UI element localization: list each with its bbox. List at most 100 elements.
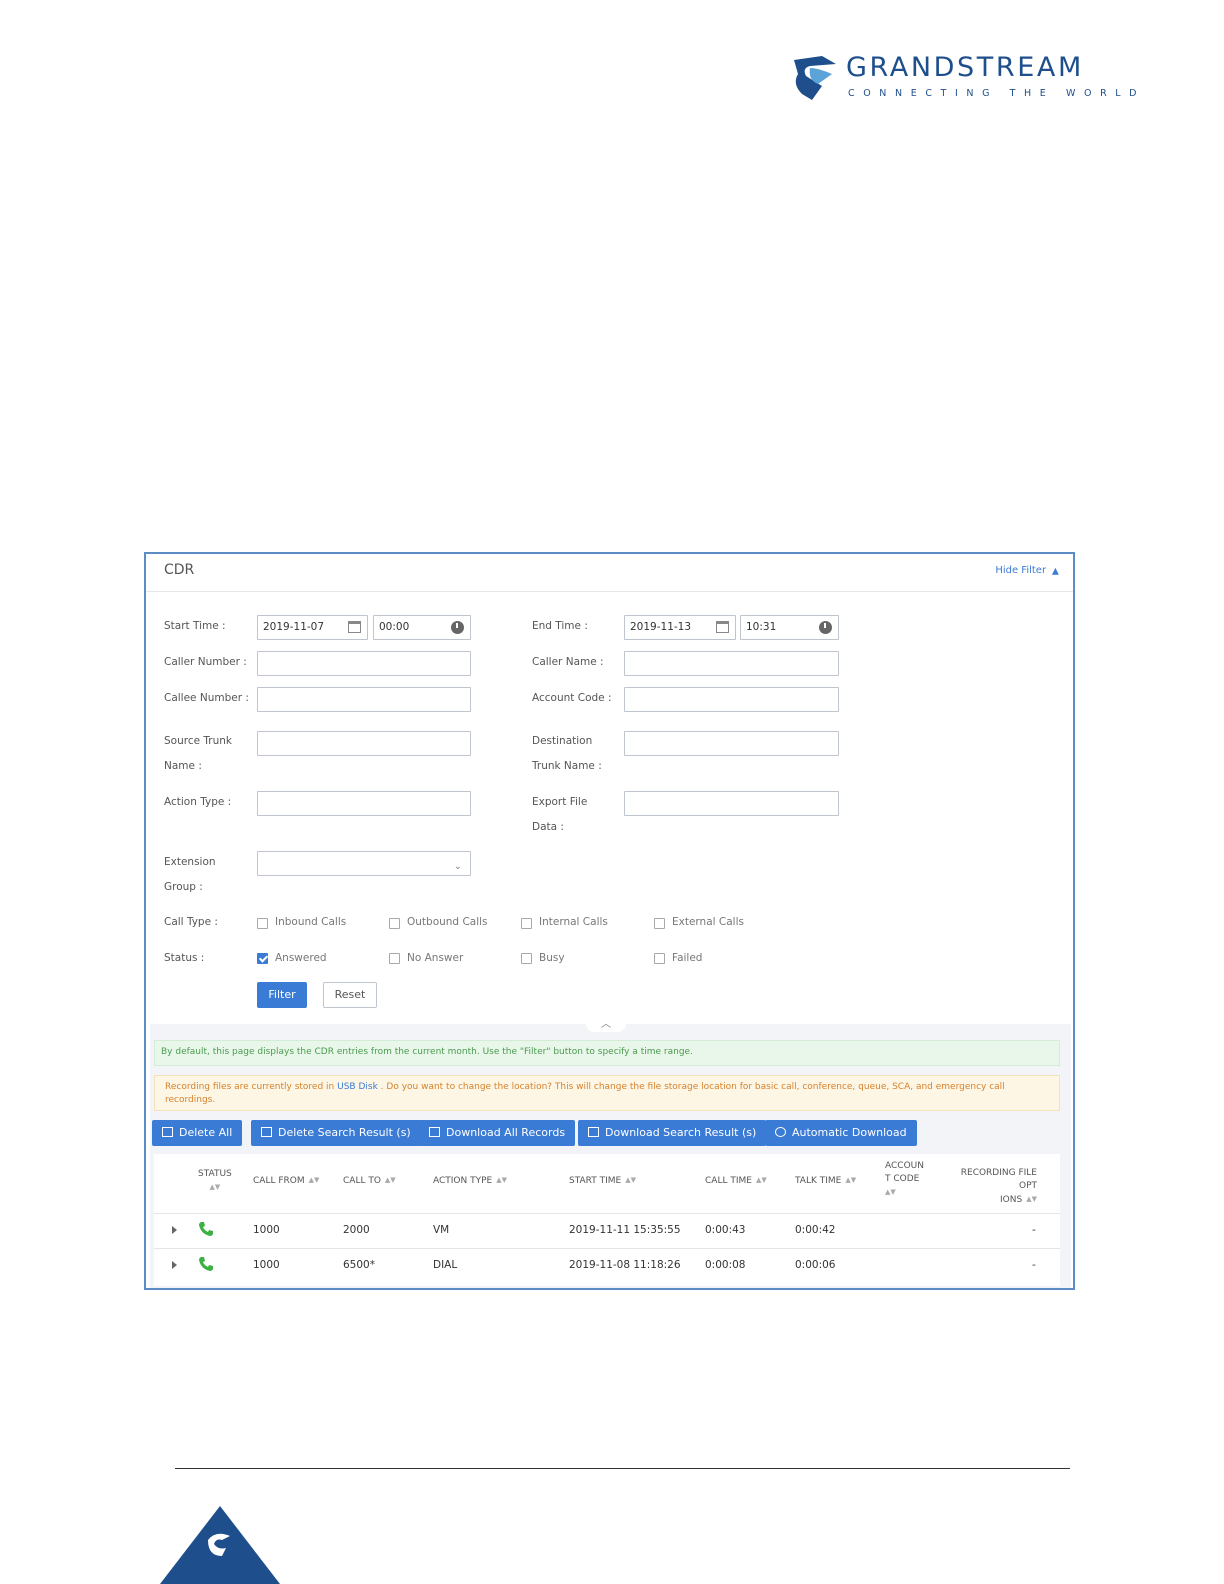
outbound-calls-checkbox[interactable] <box>389 918 400 929</box>
end-date-value: 2019-11-13 <box>630 621 692 633</box>
action-type-input[interactable] <box>257 791 471 816</box>
download-all-records-label: Download All Records <box>446 1126 566 1139</box>
no-answer-checkbox[interactable] <box>389 953 400 964</box>
warning-notice: Recording files are currently stored in … <box>154 1075 1060 1111</box>
end-clock-input[interactable]: 10:31 <box>740 615 839 640</box>
column-call-time-label: CALL TIME <box>705 1176 752 1186</box>
call-from-cell: 1000 <box>253 1259 280 1271</box>
delete-all-label: Delete All <box>179 1126 233 1139</box>
column-recording-label: RECORDING FILE OPT <box>960 1168 1037 1191</box>
clock-icon[interactable] <box>819 621 832 634</box>
hide-filter-link[interactable]: Hide Filter ▼ <box>995 565 1059 576</box>
grandstream-logo-icon <box>794 56 836 100</box>
reset-button[interactable]: Reset <box>323 982 377 1008</box>
destination-trunk-input[interactable] <box>624 731 839 756</box>
delete-all-button[interactable]: Delete All <box>152 1120 243 1146</box>
column-start-time-label: START TIME <box>569 1176 622 1186</box>
busy-checkbox[interactable] <box>521 953 532 964</box>
external-calls-label: External Calls <box>672 916 744 928</box>
delete-search-result-button[interactable]: Delete Search Result (s) <box>251 1120 421 1146</box>
column-action-type[interactable]: ACTION TYPE ▲▼ <box>433 1174 507 1188</box>
status-label: Status : <box>164 952 205 964</box>
collapse-filter-toggle[interactable]: ︿ <box>586 1020 626 1032</box>
internal-calls-label: Internal Calls <box>539 916 608 928</box>
inbound-calls-label: Inbound Calls <box>275 916 347 928</box>
account-code-label: Account Code : <box>532 692 612 704</box>
list-delete-icon <box>162 1127 173 1137</box>
trash-icon <box>261 1127 272 1137</box>
sort-icon: ▲▼ <box>625 1176 637 1184</box>
caller-number-input[interactable] <box>257 651 471 676</box>
external-calls-checkbox[interactable] <box>654 918 665 929</box>
cdr-panel: CDR Hide Filter ▼ Start Time : 2019-11-07… <box>144 552 1075 1290</box>
grandstream-logo: GRANDSTREAM CONNECTING THE WORLD <box>792 52 1137 104</box>
column-call-from-label: CALL FROM <box>253 1176 305 1186</box>
calendar-icon[interactable] <box>348 621 361 633</box>
caller-name-input[interactable] <box>624 651 839 676</box>
export-file-label: Export File <box>532 796 588 808</box>
column-account-code[interactable]: ACCOUN T CODE ▲▼ <box>885 1160 924 1200</box>
filter-button[interactable]: Filter <box>257 982 307 1008</box>
table-row[interactable]: 1000 2000 VM 2019-11-11 15:35:55 0:00:43… <box>154 1213 1060 1247</box>
start-date-value: 2019-11-07 <box>263 621 325 633</box>
internal-calls-checkbox[interactable] <box>521 918 532 929</box>
footer-divider <box>175 1468 1070 1469</box>
delete-search-result-label: Delete Search Result (s) <box>278 1126 411 1139</box>
footer-logo-icon <box>160 1506 280 1584</box>
usb-disk-link[interactable]: USB Disk <box>337 1082 378 1092</box>
expand-row-icon[interactable] <box>172 1261 177 1269</box>
column-call-time[interactable]: CALL TIME ▲▼ <box>705 1174 767 1188</box>
extension-group-select[interactable]: ⌄ <box>257 851 471 876</box>
start-date-input[interactable]: 2019-11-07 <box>257 615 368 640</box>
destination-trunk-label: Destination <box>532 735 593 747</box>
cdr-table: STATUS ▲▼ CALL FROM ▲▼ CALL TO ▲▼ ACTION T… <box>154 1154 1060 1286</box>
column-start-time[interactable]: START TIME ▲▼ <box>569 1174 636 1188</box>
sort-icon: ▲▼ <box>755 1176 767 1184</box>
info-notice: By default, this page displays the CDR e… <box>154 1040 1060 1066</box>
account-code-input[interactable] <box>624 687 839 712</box>
action-type-cell: VM <box>433 1224 450 1236</box>
failed-checkbox[interactable] <box>654 953 665 964</box>
source-trunk-input[interactable] <box>257 731 471 756</box>
start-clock-value: 00:00 <box>379 621 410 633</box>
busy-label: Busy <box>539 952 565 964</box>
gear-icon <box>775 1127 786 1137</box>
answered-checkbox[interactable] <box>257 953 268 964</box>
column-account-code-label-2: T CODE <box>885 1174 920 1184</box>
end-time-label: End Time : <box>532 620 588 632</box>
export-file-input[interactable] <box>624 791 839 816</box>
destination-trunk-label-2: Trunk Name : <box>532 760 602 772</box>
automatic-download-button[interactable]: Automatic Download <box>765 1120 917 1146</box>
start-clock-input[interactable]: 00:00 <box>373 615 471 640</box>
warning-text-prefix: Recording files are currently stored in <box>165 1082 335 1092</box>
start-time-cell: 2019-11-11 15:35:55 <box>569 1224 681 1236</box>
caller-number-label: Caller Number : <box>164 656 247 668</box>
column-action-type-label: ACTION TYPE <box>433 1176 493 1186</box>
download-icon <box>429 1127 440 1137</box>
inbound-calls-checkbox[interactable] <box>257 918 268 929</box>
table-row[interactable]: 1000 6500* DIAL 2019-11-08 11:18:26 0:00… <box>154 1248 1060 1282</box>
logo-wordmark: GRANDSTREAM <box>846 52 1084 83</box>
download-all-records-button[interactable]: Download All Records <box>419 1120 576 1146</box>
column-call-from[interactable]: CALL FROM ▲▼ <box>253 1174 319 1188</box>
download-search-result-button[interactable]: Download Search Result (s) <box>578 1120 767 1146</box>
end-date-input[interactable]: 2019-11-13 <box>624 615 736 640</box>
column-call-to[interactable]: CALL TO ▲▼ <box>343 1174 396 1188</box>
outbound-calls-label: Outbound Calls <box>407 916 488 928</box>
calendar-icon[interactable] <box>716 621 729 633</box>
source-trunk-label: Source Trunk <box>164 735 232 747</box>
clock-icon[interactable] <box>451 621 464 634</box>
call-time-cell: 0:00:08 <box>705 1259 746 1271</box>
expand-row-icon[interactable] <box>172 1226 177 1234</box>
sort-icon: ▲▼ <box>885 1188 896 1196</box>
column-recording-options[interactable]: RECORDING FILE OPT IONS ▲▼ <box>942 1167 1037 1207</box>
recording-cell: - <box>1032 1259 1036 1271</box>
file-download-icon <box>588 1127 599 1137</box>
column-status[interactable]: STATUS ▲▼ <box>198 1168 232 1195</box>
column-talk-time[interactable]: TALK TIME ▲▼ <box>795 1174 856 1188</box>
callee-number-input[interactable] <box>257 687 471 712</box>
recording-cell: - <box>1032 1224 1036 1236</box>
column-call-to-label: CALL TO <box>343 1176 381 1186</box>
caller-name-label: Caller Name : <box>532 656 604 668</box>
chevron-up-icon: ︿ <box>601 1019 611 1030</box>
